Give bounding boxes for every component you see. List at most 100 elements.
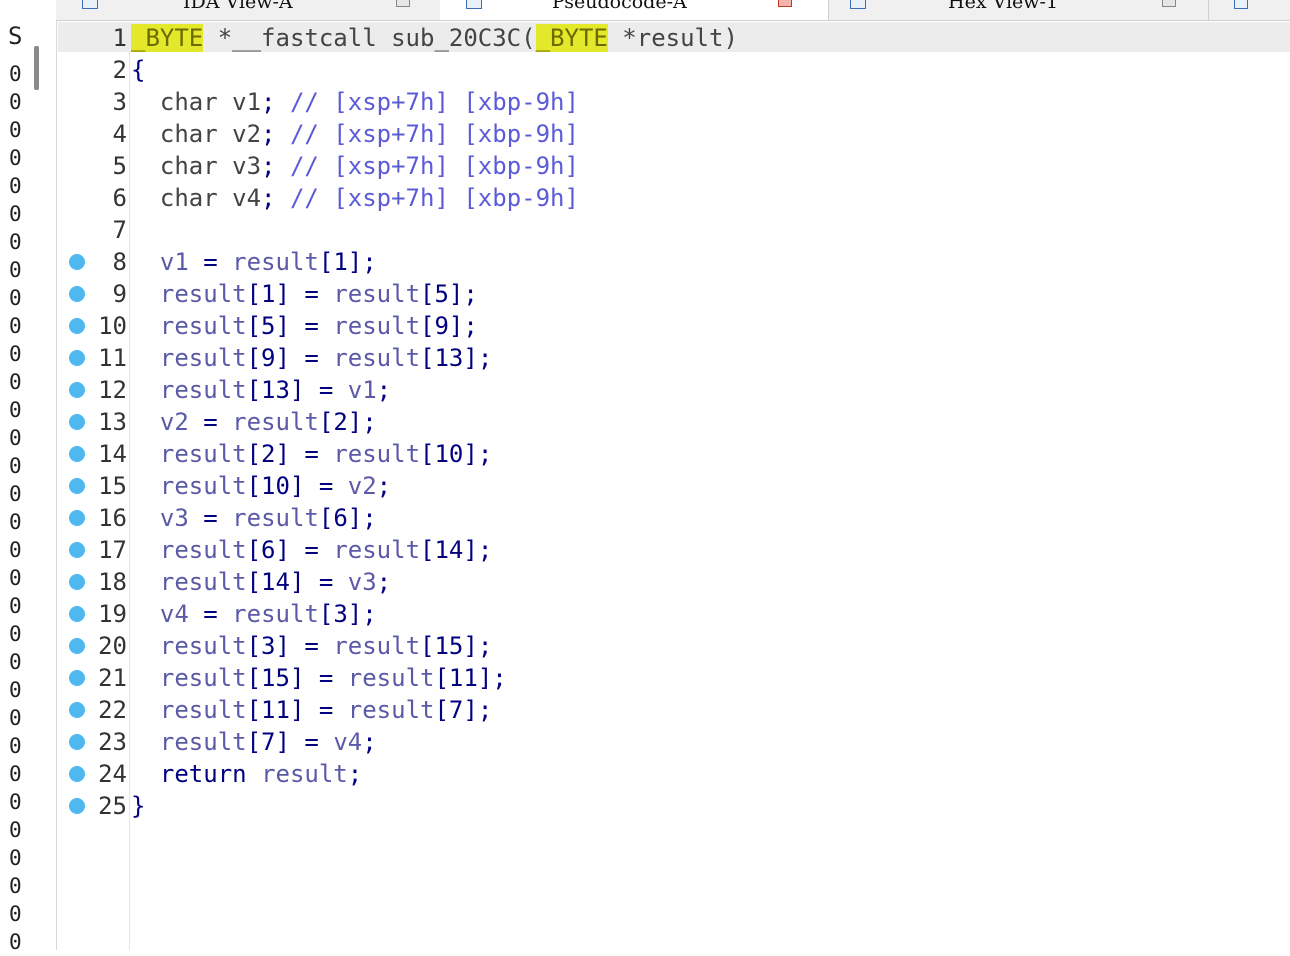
code-token: = [289, 728, 334, 756]
breakpoint-dot-icon[interactable] [69, 574, 85, 590]
code-line[interactable]: 18 result[14] = v3; [58, 566, 1290, 598]
left-panel-digit: 0 [9, 174, 22, 198]
code-token: [1]; [318, 248, 377, 276]
code-text: return result; [131, 758, 362, 790]
code-line[interactable]: 17 result[6] = result[14]; [58, 534, 1290, 566]
code-token: result [333, 280, 421, 308]
code-line[interactable]: 3 char v1; // [xsp+7h] [xbp-9h] [58, 86, 1290, 118]
left-panel-digit: 0 [9, 258, 22, 282]
breakpoint-dot-icon[interactable] [69, 702, 85, 718]
ida-view-icon [82, 0, 98, 9]
code-token: [1] [246, 280, 290, 308]
code-token: result [333, 344, 421, 372]
code-line[interactable]: 20 result[3] = result[15]; [58, 630, 1290, 662]
breakpoint-dot-icon[interactable] [69, 638, 85, 654]
code-line[interactable]: 21 result[15] = result[11]; [58, 662, 1290, 694]
line-number: 15 [98, 472, 127, 500]
breakpoint-dot-icon[interactable] [69, 254, 85, 270]
code-text: _BYTE *__fastcall sub_20C3C(_BYTE *resul… [131, 22, 738, 54]
breakpoint-dot-icon[interactable] [69, 606, 85, 622]
left-panel-digit: 0 [9, 902, 22, 926]
code-token: result [333, 312, 421, 340]
code-line[interactable]: 19 v4 = result[3]; [58, 598, 1290, 630]
left-panel-header: S [8, 22, 23, 50]
code-line[interactable]: 15 result[10] = v2; [58, 470, 1290, 502]
code-token: v1 [347, 376, 377, 404]
breakpoint-dot-icon[interactable] [69, 510, 85, 526]
code-text: } [131, 790, 145, 822]
code-token: ; [261, 88, 276, 116]
line-number: 24 [98, 760, 127, 788]
left-panel-scrollbar[interactable] [34, 46, 39, 90]
code-token: char v4 [131, 184, 262, 212]
code-line[interactable]: 6 char v4; // [xsp+7h] [xbp-9h] [58, 182, 1290, 214]
line-number: 11 [98, 344, 127, 372]
code-text: result[7] = v4; [131, 726, 377, 758]
code-token: = [304, 664, 348, 692]
code-line[interactable]: 4 char v2; // [xsp+7h] [xbp-9h] [58, 118, 1290, 150]
code-token: ; [376, 376, 392, 404]
breakpoint-dot-icon[interactable] [69, 798, 85, 814]
left-panel-digit: 0 [9, 594, 22, 618]
code-token: [3]; [318, 600, 377, 628]
code-token: result [159, 376, 247, 404]
tab-pseudocode-label: Pseudocode-A [552, 0, 687, 13]
pseudocode-editor[interactable]: 1 _BYTE *__fastcall sub_20C3C(_BYTE *resu… [58, 22, 1290, 950]
code-text: result[3] = result[15]; [131, 630, 492, 662]
breakpoint-dot-icon[interactable] [69, 766, 85, 782]
left-panel-digit: 0 [9, 398, 22, 422]
code-line[interactable]: 1 _BYTE *__fastcall sub_20C3C(_BYTE *resu… [58, 22, 1290, 54]
code-line[interactable]: 12 result[13] = v1; [58, 374, 1290, 406]
breakpoint-dot-icon[interactable] [69, 286, 85, 302]
close-icon[interactable] [1162, 0, 1176, 7]
code-line[interactable]: 8 v1 = result[1]; [58, 246, 1290, 278]
code-token: result [232, 408, 319, 436]
code-token: char v3 [131, 152, 262, 180]
close-icon[interactable] [396, 0, 410, 7]
code-token: [11]; [434, 664, 507, 692]
code-line[interactable]: 10 result[5] = result[9]; [58, 310, 1290, 342]
code-token: result [159, 696, 247, 724]
tab-pseudocode[interactable]: Pseudocode-A [440, 0, 829, 20]
breakpoint-dot-icon[interactable] [69, 734, 85, 750]
breakpoint-dot-icon[interactable] [69, 350, 85, 366]
breakpoint-dot-icon[interactable] [69, 382, 85, 398]
code-text: result[13] = v1; [131, 374, 391, 406]
code-token: [5]; [420, 280, 478, 308]
code-token: [15]; [420, 632, 493, 660]
breakpoint-dot-icon[interactable] [69, 670, 85, 686]
breakpoint-dot-icon[interactable] [69, 414, 85, 430]
code-line[interactable]: 23 result[7] = v4; [58, 726, 1290, 758]
breakpoint-dot-icon[interactable] [69, 478, 85, 494]
code-line[interactable]: 14 result[2] = result[10]; [58, 438, 1290, 470]
code-line[interactable]: 13 v2 = result[2]; [58, 406, 1290, 438]
breakpoint-dot-icon[interactable] [69, 446, 85, 462]
code-line[interactable]: 24 return result; [58, 758, 1290, 790]
code-token: result [333, 536, 421, 564]
code-token: [xsp+7h] [xbp-9h] [333, 184, 579, 212]
tab-hex-view[interactable]: Hex View-1 [828, 0, 1209, 20]
code-line[interactable]: 16 v3 = result[6]; [58, 502, 1290, 534]
code-line[interactable]: 25} [58, 790, 1290, 822]
line-number: 17 [98, 536, 127, 564]
breakpoint-dot-icon[interactable] [69, 318, 85, 334]
code-line[interactable]: 11 result[9] = result[13]; [58, 342, 1290, 374]
breakpoint-dot-icon[interactable] [69, 542, 85, 558]
code-line[interactable]: 5 char v3; // [xsp+7h] [xbp-9h] [58, 150, 1290, 182]
structures-tab-icon[interactable] [1234, 0, 1248, 9]
code-line[interactable]: 2{ [58, 54, 1290, 86]
code-line[interactable]: 9 result[1] = result[5]; [58, 278, 1290, 310]
code-token: [10]; [420, 440, 493, 468]
code-line[interactable]: 22 result[11] = result[7]; [58, 694, 1290, 726]
code-line[interactable]: 7 [58, 214, 1290, 246]
code-token: { [131, 56, 146, 84]
code-token: v2 [159, 408, 189, 436]
left-panel-digit: 0 [9, 202, 22, 226]
line-number: 2 [112, 56, 127, 84]
tab-ida-view[interactable]: IDA View-A [56, 0, 441, 20]
close-icon[interactable] [778, 0, 792, 7]
code-token: v4 [333, 728, 363, 756]
code-token: = [188, 248, 233, 276]
